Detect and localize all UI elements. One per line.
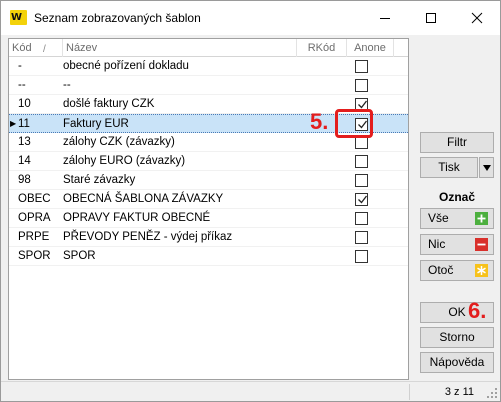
minimize-button[interactable] — [362, 1, 408, 35]
anone-checkbox[interactable] — [355, 79, 368, 92]
cell-kod: PRPE — [18, 231, 50, 243]
select-none-button[interactable]: Nic — [420, 234, 494, 255]
tisk-dropdown-button[interactable] — [479, 157, 494, 178]
cell-kod: 98 — [18, 174, 31, 186]
app-logo-icon: W — [10, 10, 27, 25]
cell-nazev: Staré závazky — [63, 174, 136, 186]
oznac-label: Označ — [438, 190, 475, 204]
cell-kod: -- — [18, 79, 26, 91]
table-row[interactable]: OBEC OBECNÁ ŠABLONA ZÁVAZKY — [9, 190, 408, 209]
cell-nazev: Faktury EUR — [63, 118, 129, 130]
resize-grip-icon[interactable] — [487, 388, 497, 398]
select-all-label: Vše — [428, 211, 449, 225]
cell-kod: 13 — [18, 136, 31, 148]
table-row[interactable]: -- -- — [9, 76, 408, 95]
cell-kod: OPRA — [18, 212, 51, 224]
column-header-anone-label: Anone — [354, 42, 386, 54]
cell-nazev: došlé faktury CZK — [63, 98, 155, 110]
column-header-anone[interactable]: Anone — [347, 39, 394, 57]
record-position: 3 z 11 — [444, 386, 474, 398]
cell-nazev: PŘEVODY PENĚZ - výdej příkaz — [63, 231, 233, 243]
cell-kod: 11 — [18, 118, 30, 130]
cell-nazev: zálohy CZK (závazky) — [63, 136, 175, 148]
annotation-step-5: 5. — [310, 109, 329, 134]
cell-kod: 10 — [18, 98, 31, 110]
column-header-nazev-label: Název — [66, 42, 98, 54]
annotation-highlight-box — [335, 109, 373, 138]
plus-icon — [475, 212, 488, 225]
column-header-rkod-label: RKód — [307, 42, 336, 54]
star-icon — [475, 264, 488, 277]
anone-checkbox[interactable] — [355, 193, 368, 206]
minus-icon — [475, 238, 488, 251]
grid-header: Kód / Název RKód Anone — [9, 39, 408, 57]
column-header-kod-label: Kód — [12, 42, 32, 54]
cell-kod: - — [18, 60, 22, 72]
maximize-button[interactable] — [408, 1, 454, 35]
cell-nazev: obecné pořízení dokladu — [63, 60, 189, 72]
table-row[interactable]: 14 zálohy EURO (závazky) — [9, 152, 408, 171]
anone-checkbox[interactable] — [355, 212, 368, 225]
anone-checkbox[interactable] — [355, 174, 368, 187]
anone-checkbox[interactable] — [355, 155, 368, 168]
invert-selection-label: Otoč — [428, 263, 454, 277]
table-row[interactable]: OPRA OPRAVY FAKTUR OBECNÉ — [9, 209, 408, 228]
select-none-label: Nic — [428, 237, 446, 251]
column-header-rkod[interactable]: RKód — [297, 39, 347, 57]
invert-selection-button[interactable]: Otoč — [420, 260, 494, 281]
window-title: Seznam zobrazovaných šablon — [34, 11, 201, 25]
storno-button[interactable]: Storno — [420, 327, 494, 348]
templates-grid[interactable]: Kód / Název RKód Anone - obecné pořízení… — [8, 38, 409, 380]
status-separator — [409, 384, 410, 400]
anone-checkbox[interactable] — [355, 60, 368, 73]
cell-kod: OBEC — [18, 193, 51, 205]
status-bar: 3 z 11 — [1, 381, 500, 401]
select-all-button[interactable]: Vše — [420, 208, 494, 229]
close-icon — [471, 12, 483, 24]
column-header-kod[interactable]: Kód / — [9, 39, 63, 57]
dialog-window: W Seznam zobrazovaných šablon Kód / Náze… — [0, 0, 501, 402]
tisk-button[interactable]: Tisk — [420, 157, 478, 178]
current-row-marker-icon: ▶ — [10, 119, 17, 128]
annotation-step-6: 6. — [468, 298, 487, 323]
close-button[interactable] — [454, 1, 500, 35]
dropdown-arrow-icon — [483, 165, 491, 171]
app-logo-text: W — [11, 12, 22, 23]
table-row[interactable]: SPOR SPOR — [9, 247, 408, 266]
cell-kod: 14 — [18, 155, 31, 167]
column-header-nazev[interactable]: Název — [63, 39, 297, 57]
table-row[interactable]: PRPE PŘEVODY PENĚZ - výdej příkaz — [9, 228, 408, 247]
cell-kod: SPOR — [18, 250, 51, 262]
title-bar[interactable]: W Seznam zobrazovaných šablon — [1, 1, 500, 35]
minimize-icon — [380, 18, 390, 19]
checkmark-icon — [358, 195, 368, 204]
cell-nazev: SPOR — [63, 250, 96, 262]
cell-nazev: zálohy EURO (závazky) — [63, 155, 186, 167]
table-row[interactable]: 98 Staré závazky — [9, 171, 408, 190]
filtr-button[interactable]: Filtr — [420, 132, 494, 153]
napoveda-button[interactable]: Nápověda — [420, 352, 494, 373]
cell-nazev: -- — [63, 79, 71, 91]
maximize-icon — [426, 13, 436, 23]
anone-checkbox[interactable] — [355, 250, 368, 263]
table-row[interactable]: - obecné pořízení dokladu — [9, 57, 408, 76]
anone-checkbox[interactable] — [355, 231, 368, 244]
cell-nazev: OPRAVY FAKTUR OBECNÉ — [63, 212, 211, 224]
cell-nazev: OBECNÁ ŠABLONA ZÁVAZKY — [63, 193, 224, 205]
